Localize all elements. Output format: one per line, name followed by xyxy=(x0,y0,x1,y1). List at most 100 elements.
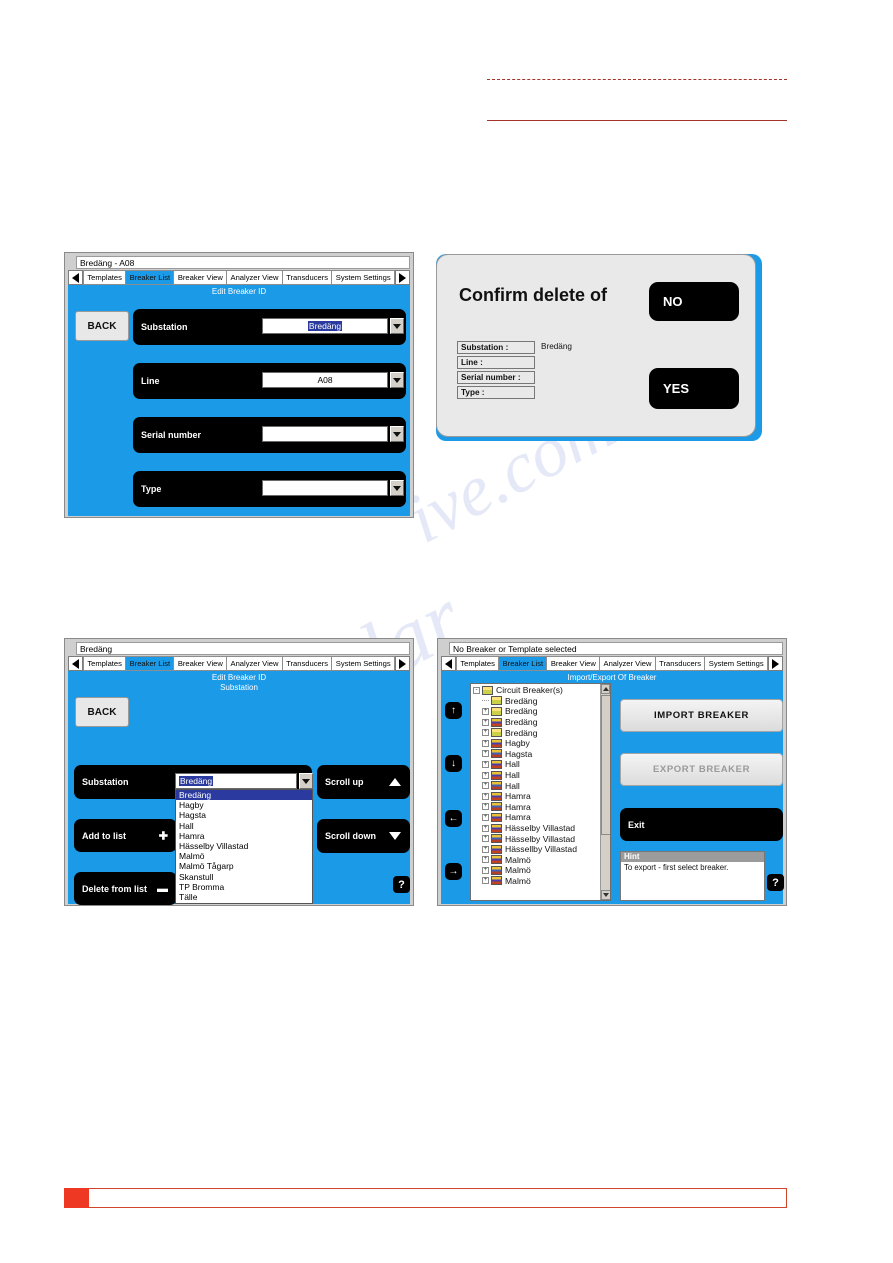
dropdown-option[interactable]: Malmö Tågarp xyxy=(176,861,312,871)
tree-expand-icon[interactable]: + xyxy=(482,835,489,843)
add-to-list-button[interactable]: Add to list ✚ xyxy=(74,819,177,852)
tree-item[interactable]: - Circuit Breaker(s) xyxy=(473,685,610,696)
substation-dropdown-button[interactable] xyxy=(390,318,404,334)
tree-expand-icon[interactable]: + xyxy=(482,718,489,726)
breaker-tree[interactable]: - Circuit Breaker(s) Bredäng + Bredäng + Bredä… xyxy=(470,683,611,901)
tab-scroll-right-button[interactable] xyxy=(394,270,410,285)
type-dropdown-button[interactable] xyxy=(390,480,404,496)
dropdown-option[interactable]: Skanstull xyxy=(176,872,312,882)
help-button[interactable]: ? xyxy=(767,874,784,891)
tree-expand-icon[interactable]: + xyxy=(482,856,489,864)
tree-item[interactable]: + Hagby xyxy=(473,738,610,749)
substation-combo-input[interactable]: Bredäng xyxy=(175,773,297,789)
dropdown-option[interactable]: Bredäng xyxy=(176,790,312,801)
back-button[interactable]: BACK xyxy=(75,697,129,727)
substation-dropdown-list[interactable]: Bredäng Hagby Hagsta Hall Hamra Hässelby Vill… xyxy=(175,789,313,904)
tab-transducers[interactable]: Transducers xyxy=(655,656,706,671)
tree-expand-icon[interactable]: + xyxy=(482,750,489,758)
dropdown-option[interactable]: Hamra xyxy=(176,831,312,841)
tree-expand-icon[interactable]: + xyxy=(482,803,489,811)
tab-system-settings[interactable]: System Settings xyxy=(705,656,768,671)
tree-item[interactable]: + Malmö xyxy=(473,855,610,866)
tree-expand-icon[interactable]: + xyxy=(482,782,489,790)
exit-button[interactable]: Exit xyxy=(620,808,783,841)
tab-templates[interactable]: Templates xyxy=(83,270,127,285)
dropdown-option[interactable]: Malmö xyxy=(176,851,312,861)
tab-scroll-right-button[interactable] xyxy=(767,656,783,671)
tree-item[interactable]: + Hamra xyxy=(473,791,610,802)
tab-analyzer-view[interactable]: Analyzer View xyxy=(600,656,656,671)
tree-item[interactable]: + Bredäng xyxy=(473,706,610,717)
back-button[interactable]: BACK xyxy=(75,311,129,341)
tree-expand-icon[interactable]: + xyxy=(482,760,489,768)
tree-expand-icon[interactable]: + xyxy=(482,824,489,832)
tab-breaker-view[interactable]: Breaker View xyxy=(547,656,601,671)
tree-expand-icon[interactable]: + xyxy=(482,866,489,874)
tab-templates[interactable]: Templates xyxy=(83,656,127,671)
tree-item[interactable]: + Hässellby Villastad xyxy=(473,844,610,855)
tab-analyzer-view[interactable]: Analyzer View xyxy=(227,270,283,285)
tree-scrollbar[interactable] xyxy=(600,684,610,900)
tree-scroll-down-button[interactable] xyxy=(601,890,610,900)
serial-number-dropdown-button[interactable] xyxy=(390,426,404,442)
tab-system-settings[interactable]: System Settings xyxy=(332,270,395,285)
move-left-button[interactable]: ← xyxy=(445,810,462,827)
tree-expand-icon[interactable]: + xyxy=(482,729,489,737)
tree-item[interactable]: + Hässelby Villastad xyxy=(473,833,610,844)
dropdown-option[interactable]: Hagsta xyxy=(176,810,312,820)
tree-expand-icon[interactable]: + xyxy=(482,877,489,885)
tab-analyzer-view[interactable]: Analyzer View xyxy=(227,656,283,671)
move-down-button[interactable]: ↓ xyxy=(445,755,462,772)
tree-expand-icon[interactable]: + xyxy=(482,792,489,800)
tab-transducers[interactable]: Transducers xyxy=(282,656,333,671)
tree-item[interactable]: + Hamra xyxy=(473,802,610,813)
tree-scroll-thumb[interactable] xyxy=(601,695,610,835)
tree-item[interactable]: + Malmö xyxy=(473,865,610,876)
import-breaker-button[interactable]: IMPORT BREAKER xyxy=(620,699,783,732)
tab-system-settings[interactable]: System Settings xyxy=(332,656,395,671)
tree-expand-icon[interactable]: + xyxy=(482,813,489,821)
substation-value-field[interactable]: Bredäng xyxy=(262,318,388,334)
dropdown-option[interactable]: Tälle xyxy=(176,892,312,902)
tab-breaker-view[interactable]: Breaker View xyxy=(174,656,228,671)
tree-item[interactable]: + Hamra xyxy=(473,812,610,823)
tab-transducers[interactable]: Transducers xyxy=(282,270,333,285)
dropdown-option[interactable]: TP Bromma xyxy=(176,882,312,892)
serial-number-value-field[interactable] xyxy=(262,426,388,442)
tree-expand-icon[interactable]: + xyxy=(482,707,489,715)
confirm-no-button[interactable]: NO xyxy=(649,282,739,321)
move-right-button[interactable]: → xyxy=(445,863,462,880)
scroll-up-button[interactable]: Scroll up xyxy=(317,765,410,799)
tree-item[interactable]: + Malmö xyxy=(473,876,610,887)
tree-expand-icon[interactable]: + xyxy=(482,845,489,853)
tree-expand-icon[interactable]: + xyxy=(482,739,489,747)
tree-expand-icon[interactable]: + xyxy=(482,771,489,779)
dropdown-option[interactable]: Hall xyxy=(176,821,312,831)
substation-dropdown-button[interactable] xyxy=(299,773,313,789)
dropdown-option[interactable]: Hagby xyxy=(176,800,312,810)
tree-scroll-up-button[interactable] xyxy=(601,684,610,694)
tree-item[interactable]: + Bredäng xyxy=(473,727,610,738)
line-value-field[interactable]: A08 xyxy=(262,372,388,388)
tree-collapse-icon[interactable]: - xyxy=(473,686,480,694)
tree-item[interactable]: + Hagsta xyxy=(473,749,610,760)
tab-scroll-left-button[interactable] xyxy=(441,656,456,671)
tab-scroll-left-button[interactable] xyxy=(68,270,83,285)
tab-templates[interactable]: Templates xyxy=(456,656,500,671)
scroll-down-button[interactable]: Scroll down xyxy=(317,819,410,853)
tree-item[interactable]: + Bredäng xyxy=(473,717,610,728)
move-up-button[interactable]: ↑ xyxy=(445,702,462,719)
tab-scroll-left-button[interactable] xyxy=(68,656,83,671)
dropdown-option[interactable]: Hässelby Villastad xyxy=(176,841,312,851)
tree-item[interactable]: Bredäng xyxy=(473,696,610,707)
tree-item[interactable]: + Hässelby Villastad xyxy=(473,823,610,834)
confirm-yes-button[interactable]: YES xyxy=(649,368,739,409)
tab-breaker-list[interactable]: Breaker List xyxy=(499,656,548,671)
type-value-field[interactable] xyxy=(262,480,388,496)
tree-item[interactable]: + Hall xyxy=(473,780,610,791)
help-button[interactable]: ? xyxy=(393,876,410,893)
line-dropdown-button[interactable] xyxy=(390,372,404,388)
tab-breaker-list[interactable]: Breaker List xyxy=(126,270,175,285)
tab-breaker-list[interactable]: Breaker List xyxy=(126,656,175,671)
tab-scroll-right-button[interactable] xyxy=(394,656,410,671)
